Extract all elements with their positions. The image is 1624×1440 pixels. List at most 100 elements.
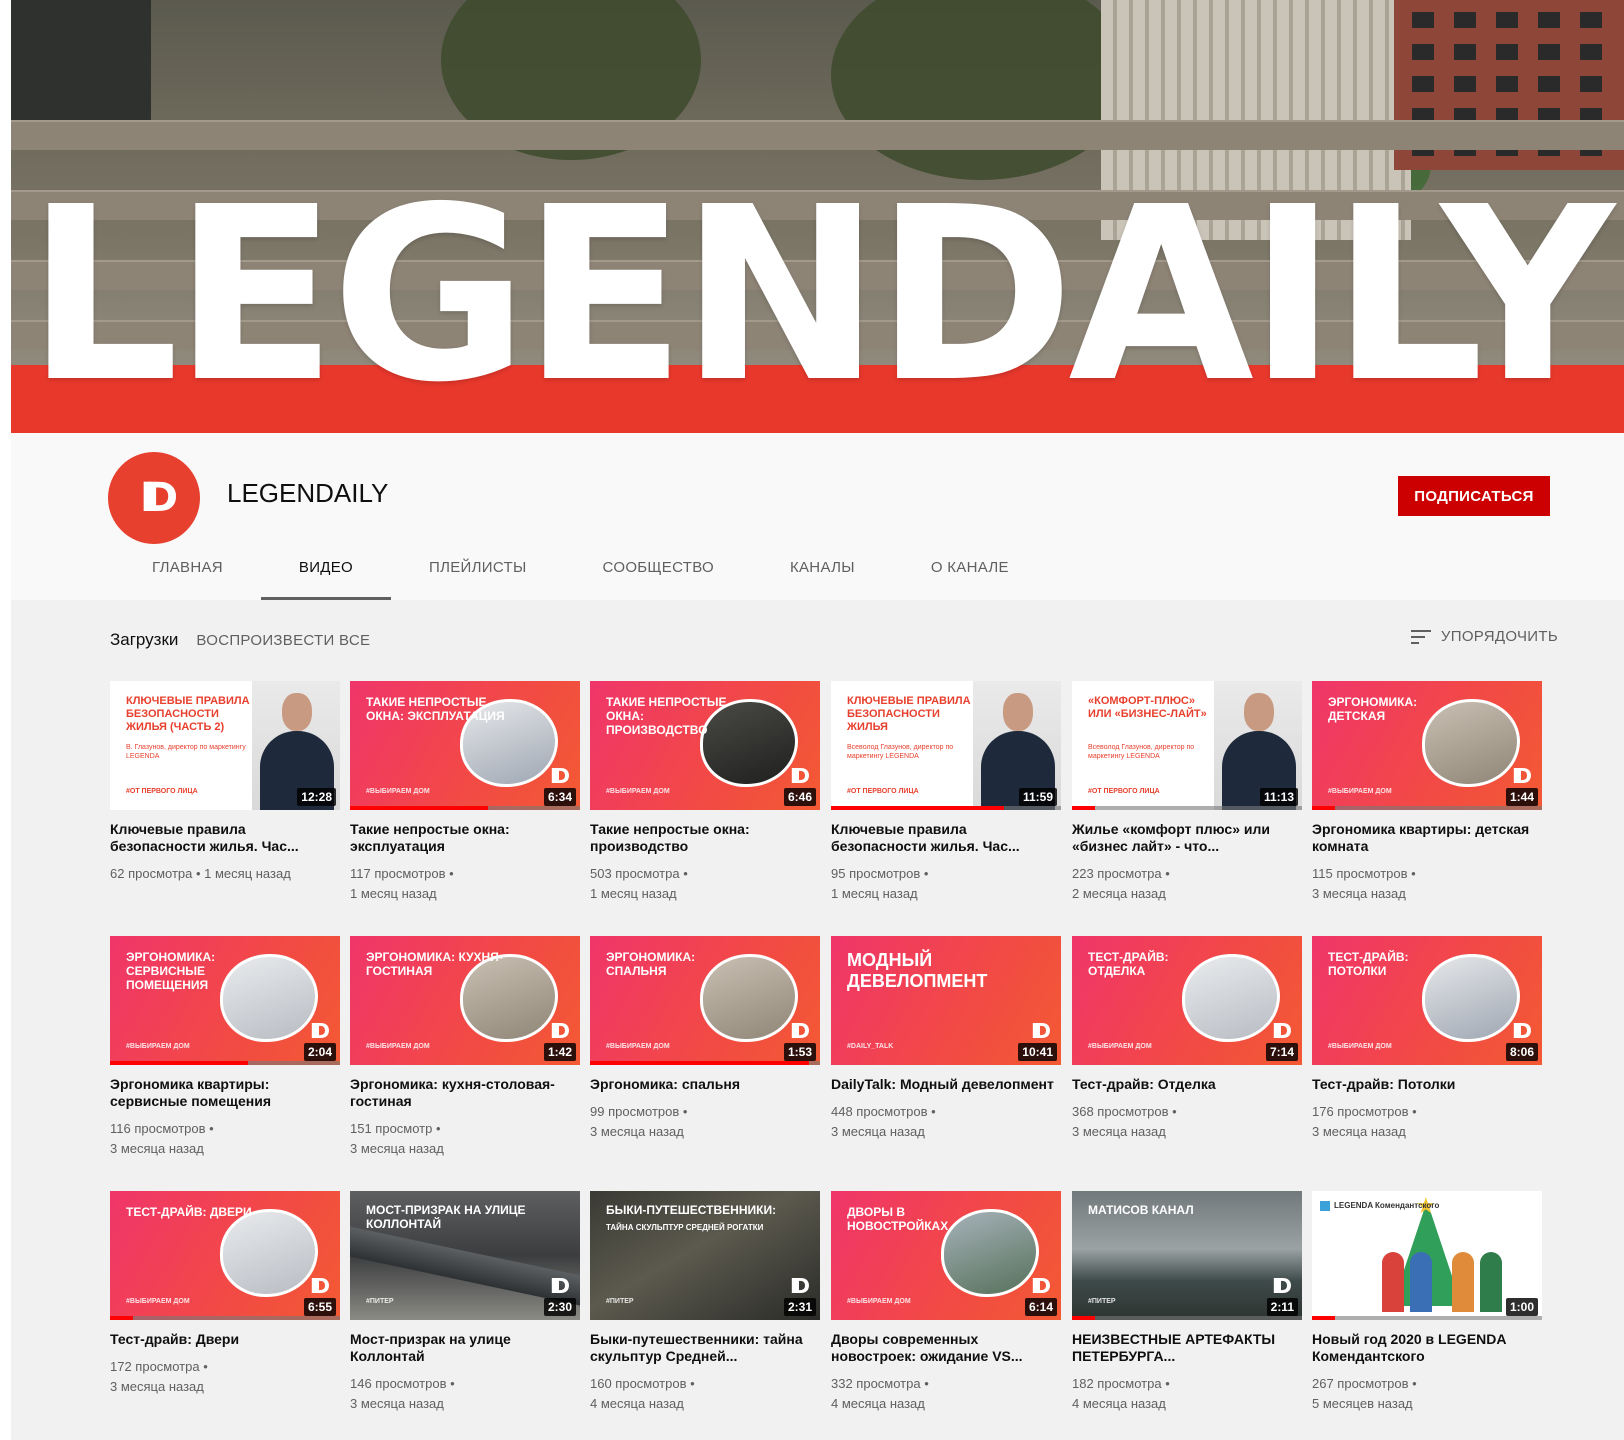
video-title[interactable]: НЕИЗВЕСТНЫЕ АРТЕФАКТЫ ПЕТЕРБУРГА... [1072, 1331, 1302, 1365]
upload-date: 4 месяца назад [831, 1396, 925, 1411]
video-meta: 503 просмотра • 1 месяц назад [590, 864, 820, 904]
view-count: 172 просмотра • [110, 1359, 208, 1374]
video-title[interactable]: DailyTalk: Модный девелопмент [831, 1076, 1061, 1093]
video-thumbnail[interactable]: ЭРГОНОМИКА: СПАЛЬНЯ #ВЫБИРАЕМ ДОМ ID 1:53 [590, 936, 820, 1065]
video-meta: 267 просмотров • 5 месяцев назад [1312, 1374, 1542, 1414]
video-thumbnail[interactable]: КЛЮЧЕВЫЕ ПРАВИЛА БЕЗОПАСНОСТИ ЖИЛЬЯ (ЧАС… [110, 681, 340, 810]
video-thumbnail[interactable]: ЭРГОНОМИКА: ДЕТСКАЯ #ВЫБИРАЕМ ДОМ ID 1:44 [1312, 681, 1542, 810]
video-card[interactable]: МОСТ-ПРИЗРАК НА УЛИЦЕ КОЛЛОНТАЙ #ПИТЕР ID 2… [350, 1191, 580, 1414]
upload-date: 3 месяца назад [1312, 1124, 1406, 1139]
video-meta: 151 просмотр • 3 месяца назад [350, 1119, 580, 1159]
video-title[interactable]: Мост-призрак на улице Коллонтай [350, 1331, 580, 1365]
video-title[interactable]: Новый год 2020 в LEGENDA Комендантского [1312, 1331, 1542, 1365]
sort-button[interactable]: УПОРЯДОЧИТЬ [1410, 628, 1558, 645]
thumbnail-hashtag: #ВЫБИРАЕМ ДОМ [126, 1298, 190, 1305]
video-card[interactable]: КЛЮЧЕВЫЕ ПРАВИЛА БЕЗОПАСНОСТИ ЖИЛЬЯ (ЧАС… [110, 681, 340, 884]
video-card[interactable]: БЫКИ-ПУТЕШЕСТВЕННИКИ: ТАЙНА СКУЛЬПТУР СРЕ… [590, 1191, 820, 1414]
watch-progress-bar [590, 1061, 809, 1065]
banner-tree [831, 0, 1131, 180]
thumbnail-hashtag: #ВЫБИРАЕМ ДОМ [1088, 1043, 1152, 1050]
video-title[interactable]: Эргономика квартиры: сервисные помещения [110, 1076, 340, 1110]
tab-home[interactable]: ГЛАВНАЯ [114, 535, 261, 600]
video-card[interactable]: ЭРГОНОМИКА: СПАЛЬНЯ #ВЫБИРАЕМ ДОМ ID 1:53 Эр… [590, 936, 820, 1142]
upload-date: 4 месяца назад [590, 1396, 684, 1411]
video-title[interactable]: Ключевые правила безопасности жилья. Час… [110, 821, 340, 855]
upload-date: 5 месяцев назад [1312, 1396, 1413, 1411]
video-title[interactable]: Ключевые правила безопасности жилья. Час… [831, 821, 1061, 855]
sort-label: УПОРЯДОЧИТЬ [1440, 628, 1558, 645]
video-card[interactable]: ЭРГОНОМИКА: КУХНЯ-ГОСТИНАЯ #ВЫБИРАЕМ ДОМ I… [350, 936, 580, 1159]
thumbnail-title: ЭРГОНОМИКА: СПАЛЬНЯ [606, 950, 696, 979]
video-card[interactable]: МОДНЫЙ ДЕВЕЛОПМЕНТ #DAILY_TALK ID 10:41 Dail… [831, 936, 1061, 1142]
tab-channels[interactable]: КАНАЛЫ [752, 535, 893, 600]
duration-badge: 6:46 [783, 788, 816, 806]
legenda-logo-icon: ID [789, 1019, 810, 1043]
duration-badge: 6:34 [543, 788, 576, 806]
video-thumbnail[interactable]: ТЕСТ-ДРАЙВ: ДВЕРИ #ВЫБИРАЕМ ДОМ ID 6:55 [110, 1191, 340, 1320]
video-title[interactable]: Эргономика: кухня-столовая-гостиная [350, 1076, 580, 1110]
video-thumbnail[interactable]: ЭРГОНОМИКА: КУХНЯ-ГОСТИНАЯ #ВЫБИРАЕМ ДОМ I… [350, 936, 580, 1065]
tab-about[interactable]: О КАНАЛЕ [893, 535, 1047, 600]
uploads-title[interactable]: Загрузки [110, 630, 178, 650]
video-title[interactable]: Жилье «комфорт плюс» или «бизнес лайт» -… [1072, 821, 1302, 855]
tab-playlists[interactable]: ПЛЕЙЛИСТЫ [391, 535, 565, 600]
window [1454, 44, 1476, 60]
thumbnail-title: ДВОРЫ В НОВОСТРОЙКАХ [847, 1205, 949, 1234]
video-thumbnail[interactable]: МОСТ-ПРИЗРАК НА УЛИЦЕ КОЛЛОНТАЙ #ПИТЕР ID 2… [350, 1191, 580, 1320]
video-meta: 146 просмотров • 3 месяца назад [350, 1374, 580, 1414]
video-thumbnail[interactable]: ★ LEGENDA Комендантского 1:00 [1312, 1191, 1542, 1320]
duration-badge: 10:41 [1018, 1043, 1057, 1061]
video-title[interactable]: Такие непростые окна: производство [590, 821, 820, 855]
legenda-logo-icon: ID [309, 1019, 330, 1043]
video-card[interactable]: МАТИСОВ КАНАЛ #ПИТЕР ID 2:11 НЕИЗВЕСТНЫЕ АРТ… [1072, 1191, 1302, 1414]
channel-name: LEGENDAILY [227, 478, 389, 508]
legenda-logo-icon: ID [789, 1274, 810, 1298]
video-meta: 448 просмотров • 3 месяца назад [831, 1102, 1061, 1142]
window [1412, 12, 1434, 28]
video-card[interactable]: ТЕСТ-ДРАЙВ: ДВЕРИ #ВЫБИРАЕМ ДОМ ID 6:55 Тест… [110, 1191, 340, 1397]
view-count: 332 просмотра • [831, 1376, 929, 1391]
video-thumbnail[interactable]: ТАКИЕ НЕПРОСТЫЕ ОКНА: ПРОИЗВОДСТВО #ВЫБИР… [590, 681, 820, 810]
channel-tabs: ГЛАВНАЯ ВИДЕО ПЛЕЙЛИСТЫ СООБЩЕСТВО КАНАЛ… [114, 535, 1047, 600]
tab-community[interactable]: СООБЩЕСТВО [565, 535, 752, 600]
subscribe-button[interactable]: ПОДПИСАТЬСЯ [1398, 476, 1550, 516]
video-thumbnail[interactable]: БЫКИ-ПУТЕШЕСТВЕННИКИ: ТАЙНА СКУЛЬПТУР СРЕ… [590, 1191, 820, 1320]
video-title[interactable]: Тест-драйв: Потолки [1312, 1076, 1542, 1093]
family-figure [1410, 1252, 1432, 1312]
video-thumbnail[interactable]: КЛЮЧЕВЫЕ ПРАВИЛА БЕЗОПАСНОСТИ ЖИЛЬЯ Всево… [831, 681, 1061, 810]
video-thumbnail[interactable]: ТЕСТ-ДРАЙВ: ПОТОЛКИ #ВЫБИРАЕМ ДОМ ID 8:06 [1312, 936, 1542, 1065]
video-card[interactable]: КЛЮЧЕВЫЕ ПРАВИЛА БЕЗОПАСНОСТИ ЖИЛЬЯ Всево… [831, 681, 1061, 904]
channel-avatar[interactable]: ID [108, 452, 200, 544]
video-card[interactable]: «КОМФОРТ-ПЛЮС» ИЛИ «БИЗНЕС-ЛАЙТ» Всеволод… [1072, 681, 1302, 904]
thumbnail-title: ТАКИЕ НЕПРОСТЫЕ ОКНА: ЭКСПЛУАТАЦИЯ [366, 695, 505, 724]
video-thumbnail[interactable]: ТАКИЕ НЕПРОСТЫЕ ОКНА: ЭКСПЛУАТАЦИЯ #ВЫБИР… [350, 681, 580, 810]
video-card[interactable]: ТЕСТ-ДРАЙВ: ОТДЕЛКА #ВЫБИРАЕМ ДОМ ID 7:14 Те… [1072, 936, 1302, 1142]
video-card[interactable]: ТАКИЕ НЕПРОСТЫЕ ОКНА: ЭКСПЛУАТАЦИЯ #ВЫБИР… [350, 681, 580, 904]
video-title[interactable]: Эргономика квартиры: детская комната [1312, 821, 1542, 855]
video-card[interactable]: ЭРГОНОМИКА: СЕРВИСНЫЕ ПОМЕЩЕНИЯ #ВЫБИРАЕМ… [110, 936, 340, 1159]
video-title[interactable]: Быки-путешественники: тайна скульптур Ср… [590, 1331, 820, 1365]
window [1538, 12, 1560, 28]
video-card[interactable]: ДВОРЫ В НОВОСТРОЙКАХ #ВЫБИРАЕМ ДОМ ID 6:14 Д… [831, 1191, 1061, 1414]
video-thumbnail[interactable]: ДВОРЫ В НОВОСТРОЙКАХ #ВЫБИРАЕМ ДОМ ID 6:14 [831, 1191, 1061, 1320]
video-card[interactable]: ТАКИЕ НЕПРОСТЫЕ ОКНА: ПРОИЗВОДСТВО #ВЫБИР… [590, 681, 820, 904]
video-thumbnail[interactable]: ТЕСТ-ДРАЙВ: ОТДЕЛКА #ВЫБИРАЕМ ДОМ ID 7:14 [1072, 936, 1302, 1065]
video-card[interactable]: ★ LEGENDA Комендантского 1:00 Новый год 202… [1312, 1191, 1542, 1414]
thumbnail-hashtag: #ВЫБИРАЕМ ДОМ [606, 788, 670, 795]
play-all-button[interactable]: ВОСПРОИЗВЕСТИ ВСЕ [196, 632, 370, 649]
video-title[interactable]: Тест-драйв: Двери [110, 1331, 340, 1348]
video-card[interactable]: ЭРГОНОМИКА: ДЕТСКАЯ #ВЫБИРАЕМ ДОМ ID 1:44 Эр… [1312, 681, 1542, 904]
video-thumbnail[interactable]: МОДНЫЙ ДЕВЕЛОПМЕНТ #DAILY_TALK ID 10:41 [831, 936, 1061, 1065]
tab-videos[interactable]: ВИДЕО [260, 535, 392, 600]
video-card[interactable]: ТЕСТ-ДРАЙВ: ПОТОЛКИ #ВЫБИРАЕМ ДОМ ID 8:06 Те… [1312, 936, 1542, 1142]
video-title[interactable]: Эргономика: спальня [590, 1076, 820, 1093]
video-thumbnail[interactable]: ЭРГОНОМИКА: СЕРВИСНЫЕ ПОМЕЩЕНИЯ #ВЫБИРАЕМ… [110, 936, 340, 1065]
legenda-logo-icon: ID [789, 764, 810, 788]
video-thumbnail[interactable]: МАТИСОВ КАНАЛ #ПИТЕР ID 2:11 [1072, 1191, 1302, 1320]
video-title[interactable]: Такие непростые окна: эксплуатация [350, 821, 580, 855]
video-thumbnail[interactable]: «КОМФОРТ-ПЛЮС» ИЛИ «БИЗНЕС-ЛАЙТ» Всеволод… [1072, 681, 1302, 810]
videos-section: Загрузки ВОСПРОИЗВЕСТИ ВСЕ УПОРЯДОЧИТЬ К… [11, 600, 1624, 1440]
video-title[interactable]: Тест-драйв: Отделка [1072, 1076, 1302, 1093]
video-title[interactable]: Дворы современных новостроек: ожидание V… [831, 1331, 1061, 1365]
thumbnail-hashtag: #ВЫБИРАЕМ ДОМ [606, 1043, 670, 1050]
